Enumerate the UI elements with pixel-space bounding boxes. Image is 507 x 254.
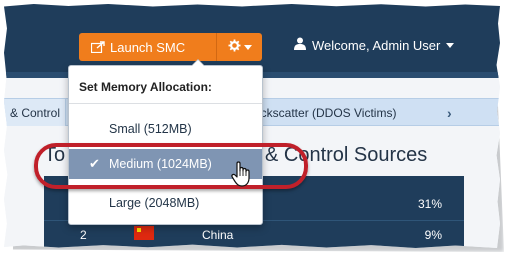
row-percent: 9%: [424, 228, 442, 242]
menu-item-small[interactable]: Small (512MB): [69, 114, 262, 144]
gear-icon: [228, 39, 241, 55]
screenshot-frame: Launch SMC Welcome, Admin User & Control…: [4, 4, 500, 248]
row-country: China: [202, 228, 234, 242]
launch-smc-button[interactable]: Launch SMC: [79, 33, 216, 61]
chevron-right-icon[interactable]: ›: [447, 99, 452, 126]
menu-header: Set Memory Allocation:: [79, 80, 212, 94]
settings-dropdown-toggle[interactable]: [216, 33, 262, 61]
highlight-annotation: [34, 143, 308, 189]
china-flag-icon: [134, 226, 154, 240]
menu-item-label: Small (512MB): [109, 122, 192, 136]
menu-item-label: Large (2048MB): [109, 196, 200, 210]
row-percent: 31%: [417, 197, 442, 211]
chevron-down-icon: [243, 44, 252, 50]
user-icon: [294, 37, 306, 53]
user-menu[interactable]: Welcome, Admin User: [294, 37, 455, 53]
launch-smc-label: Launch SMC: [110, 39, 186, 55]
tab-command-control[interactable]: & Control: [4, 99, 66, 126]
row-rank: 2: [80, 228, 87, 242]
hand-cursor-icon: [230, 160, 254, 188]
tab-backscatter[interactable]: ackscatter (DDOS Victims): [254, 99, 396, 126]
user-caret-icon: [446, 42, 455, 48]
menu-divider: [69, 103, 262, 104]
welcome-label: Welcome, Admin User: [312, 37, 441, 53]
menu-pointer: [191, 59, 205, 66]
external-launch-icon: [91, 41, 105, 53]
menu-item-large[interactable]: Large (2048MB): [69, 188, 262, 218]
